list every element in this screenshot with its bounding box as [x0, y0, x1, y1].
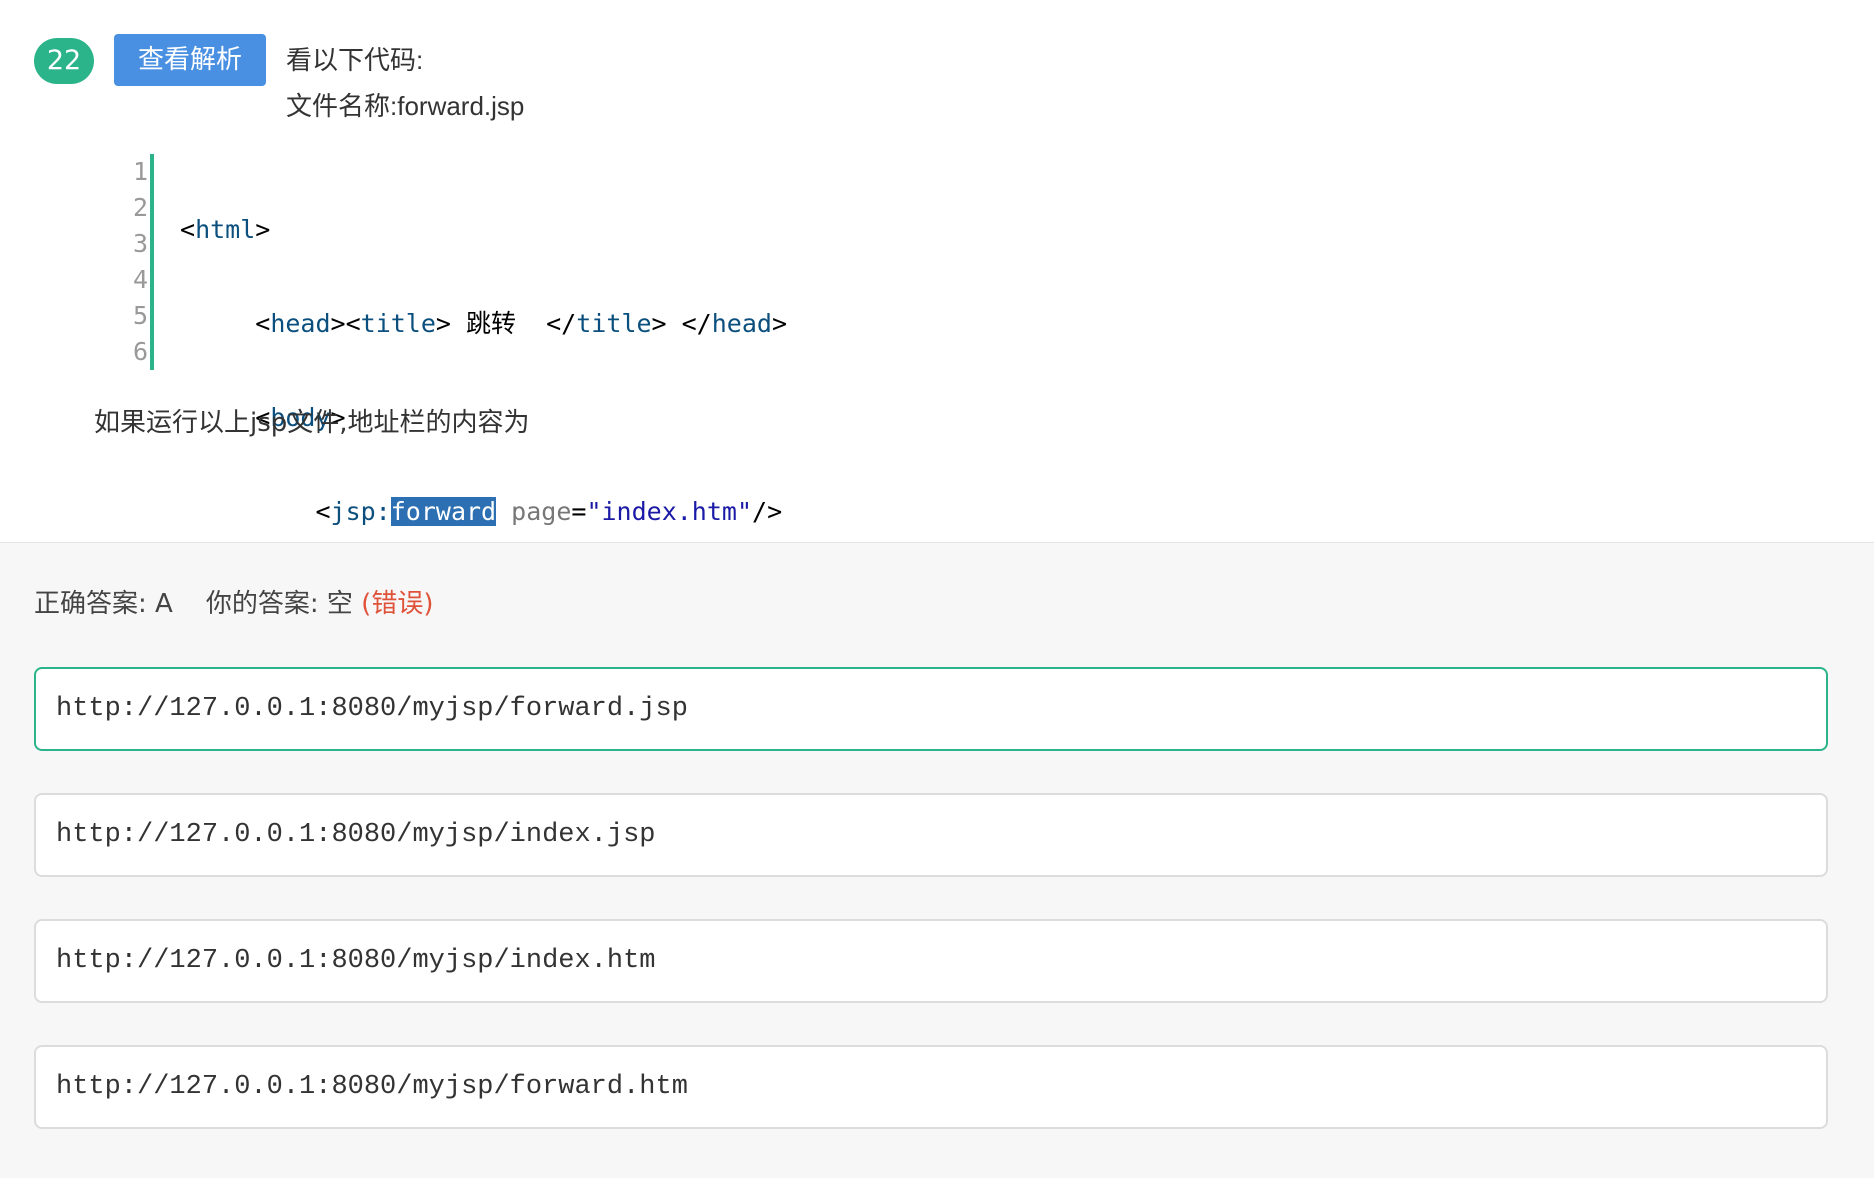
your-answer-label: 你的答案: 空 — [205, 589, 353, 619]
code-token: > — [255, 215, 271, 244]
code-token: = — [571, 497, 587, 526]
line-number-gutter: 1 2 3 4 5 6 — [100, 154, 148, 370]
code-token: > </ — [651, 309, 712, 338]
question-prompt: 看以下代码: — [286, 45, 424, 75]
view-analysis-button[interactable]: 查看解析 — [114, 34, 266, 86]
answer-status-badge: (错误) — [361, 589, 434, 619]
line-number: 2 — [132, 193, 148, 222]
line-number: 1 — [132, 157, 148, 186]
line-number: 4 — [132, 265, 148, 294]
question-filename: 文件名称:forward.jsp — [286, 91, 525, 121]
line-number: 3 — [132, 229, 148, 258]
code-token: "index.htm" — [586, 497, 753, 526]
answer-section: 正确答案: A 你的答案: 空 (错误) http://127.0.0.1:80… — [0, 543, 1874, 1178]
question-number-badge: 22 — [34, 38, 94, 84]
code-line-1: <html> — [180, 212, 787, 248]
code-token: > — [771, 309, 787, 338]
line-number: 6 — [132, 337, 148, 366]
option-c[interactable]: http://127.0.0.1:8080/myjsp/index.htm — [34, 919, 1828, 1003]
code-token: page — [511, 497, 572, 526]
code-accent-bar — [150, 154, 154, 370]
code-token: < — [180, 215, 196, 244]
option-d[interactable]: http://127.0.0.1:8080/myjsp/forward.htm — [34, 1045, 1828, 1129]
code-token-highlighted: forward — [390, 497, 497, 526]
code-token: head — [270, 309, 331, 338]
code-token: title — [360, 309, 436, 338]
question-card: 22 查看解析 看以下代码: 文件名称:forward.jsp 1 2 3 4 … — [0, 0, 1874, 714]
code-token: jsp: — [330, 497, 391, 526]
code-token: < — [255, 309, 271, 338]
code-token: head — [711, 309, 772, 338]
code-token: >< — [330, 309, 361, 338]
answer-summary: 正确答案: A 你的答案: 空 (错误) — [34, 583, 433, 620]
code-token: < — [315, 497, 331, 526]
line-number: 5 — [132, 301, 148, 330]
question-stem: 如果运行以上jsp文件,地址栏的内容为 — [94, 408, 530, 438]
correct-answer-label: 正确答案: A — [34, 589, 173, 619]
code-line-2: <head><title> 跳转 </title> </head> — [180, 306, 787, 342]
code-line-4: <jsp:forward page="index.htm"/> — [180, 494, 787, 530]
code-token: title — [576, 309, 652, 338]
code-token: > 跳转 </ — [435, 309, 577, 338]
code-token: /> — [752, 497, 783, 526]
option-a[interactable]: http://127.0.0.1:8080/myjsp/forward.jsp — [34, 667, 1828, 751]
code-token: html — [195, 215, 256, 244]
option-b[interactable]: http://127.0.0.1:8080/myjsp/index.jsp — [34, 793, 1828, 877]
